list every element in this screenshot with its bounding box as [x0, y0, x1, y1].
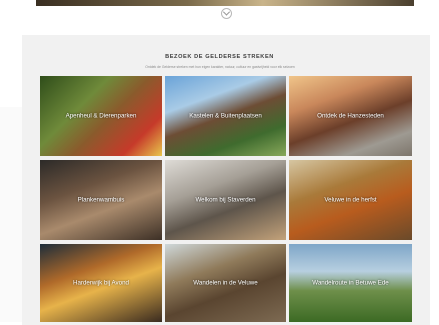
tile-apenheul[interactable]: Apenheul & Dierenparken	[40, 76, 162, 156]
tile-harderwijk[interactable]: Harderwijk bij Avond	[40, 244, 162, 322]
section-subtext: Ontdek de Gelderse streken met hun eigen…	[145, 65, 295, 69]
tile-staverden[interactable]: Welkom bij Staverden	[165, 160, 286, 240]
scroll-down-icon[interactable]	[221, 8, 232, 19]
tile-label: Wandelroute in Betuwe Ede	[312, 279, 389, 287]
section-heading: BEZOEK DE GELDERSE STREKEN	[165, 54, 274, 60]
tile-label: Veluwe in de herfst	[324, 196, 377, 204]
tile-hanzesteden[interactable]: Ontdek de Hanzesteden	[289, 76, 412, 156]
tile-label: Plankenwambuis	[77, 196, 125, 204]
hero-image-bottom-edge	[36, 0, 414, 6]
tile-label: Harderwijk bij Avond	[73, 279, 129, 287]
tile-label: Ontdek de Hanzesteden	[317, 112, 384, 120]
tile-wandelen[interactable]: Wandelen in de Veluwe	[165, 244, 286, 322]
tile-label: Apenheul & Dierenparken	[65, 112, 137, 120]
tile-betuwe[interactable]: Wandelroute in Betuwe Ede	[289, 244, 412, 322]
tile-herfst[interactable]: Veluwe in de herfst	[289, 160, 412, 240]
tile-label: Wandelen in de Veluwe	[193, 279, 258, 287]
tile-label: Welkom bij Staverden	[195, 196, 256, 204]
tile-plankenwambuis[interactable]: Plankenwambuis	[40, 160, 162, 240]
tile-label: Kastelen & Buitenplaatsen	[189, 112, 262, 120]
left-panel	[0, 107, 22, 322]
tile-kastelen[interactable]: Kastelen & Buitenplaatsen	[165, 76, 286, 156]
